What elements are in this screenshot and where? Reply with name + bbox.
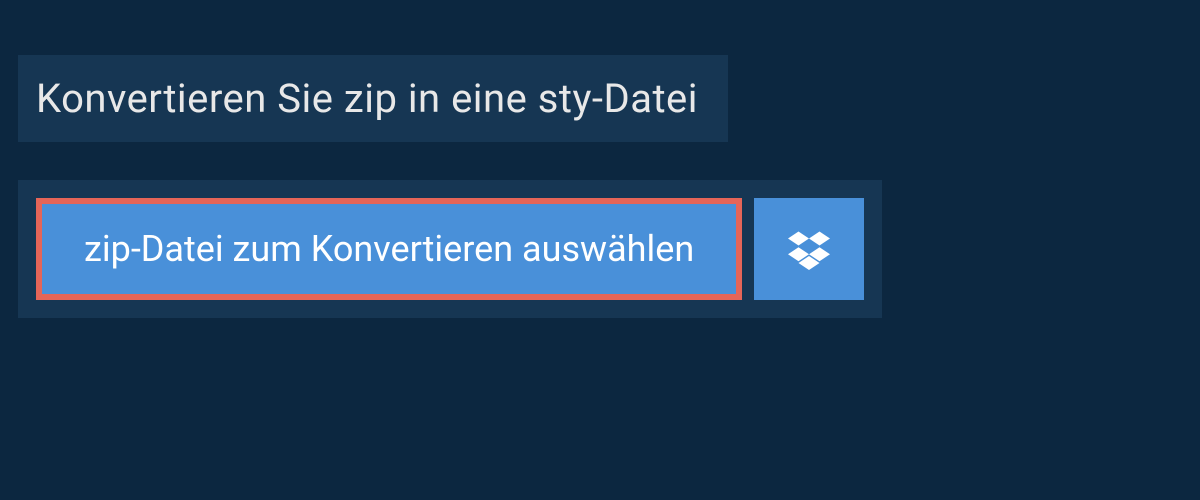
converter-panel: Konvertieren Sie zip in eine sty-Datei z… bbox=[0, 0, 1200, 500]
select-file-button[interactable]: zip-Datei zum Konvertieren auswählen bbox=[36, 198, 742, 300]
dropbox-icon bbox=[788, 228, 830, 270]
select-file-label: zip-Datei zum Konvertieren auswählen bbox=[84, 228, 694, 270]
button-row: zip-Datei zum Konvertieren auswählen bbox=[18, 180, 882, 318]
page-title: Konvertieren Sie zip in eine sty-Datei bbox=[36, 75, 698, 122]
dropbox-button[interactable] bbox=[754, 198, 864, 300]
title-box: Konvertieren Sie zip in eine sty-Datei bbox=[18, 55, 728, 142]
